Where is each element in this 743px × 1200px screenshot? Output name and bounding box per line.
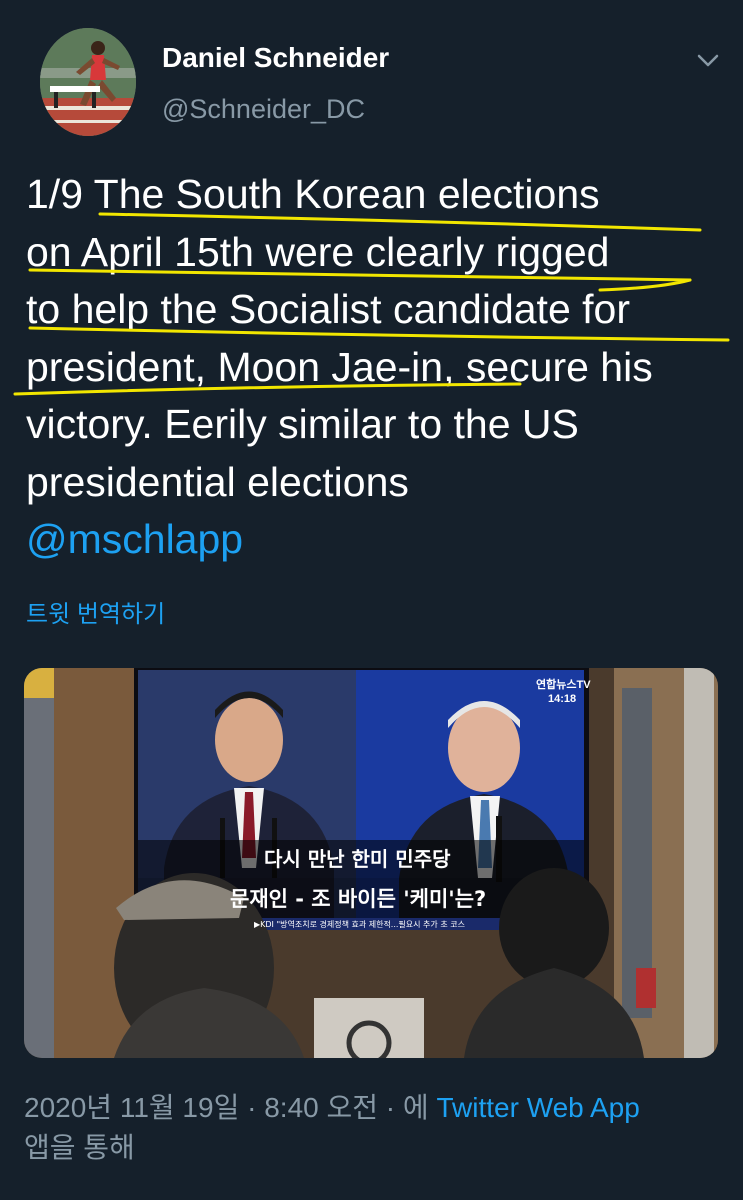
tv-ticker: ▶KDI "방역조치로 경제정책 효과 제한적...필요시 추가 초 코스 — [254, 919, 465, 929]
tweet-line: 1/9 The South Korean elections — [26, 171, 600, 217]
tweet-meta: 2020년 11월 19일 · 8:40 오전 · 에 Twitter Web … — [24, 1088, 724, 1168]
tv-channel-label: 연합뉴스TV — [536, 677, 591, 691]
source-app-link[interactable]: Twitter Web App — [436, 1092, 639, 1123]
tweet-text: 1/9 The South Korean elections on April … — [26, 166, 726, 569]
translate-tweet-link[interactable]: 트윗 번역하기 — [26, 594, 165, 629]
avatar[interactable] — [40, 28, 136, 136]
mention-link[interactable]: @mschlapp — [26, 511, 726, 569]
tweet-line: presidential elections — [26, 458, 409, 505]
tweet-line: victory. Eerily similar to the US — [26, 401, 579, 447]
news-broadcast-photo: 연합뉴스TV 14:18 다시 만난 한미 민주당 문재인 - 조 바이든 '케… — [24, 668, 718, 1058]
tweet-media-image[interactable]: 연합뉴스TV 14:18 다시 만난 한미 민주당 문재인 - 조 바이든 '케… — [24, 668, 718, 1058]
tweet-line: on April 15th were clearly rigged — [26, 228, 610, 275]
author-handle[interactable]: @Schneider_DC — [162, 94, 365, 125]
tweet-timestamp[interactable]: 2020년 11월 19일 · 8:40 오전 · 에 — [24, 1092, 436, 1123]
tweet-line: to help the Socialist candidate for — [26, 286, 630, 332]
tv-caption-top: 다시 만난 한미 민주당 — [264, 847, 451, 871]
chevron-down-icon[interactable] — [694, 46, 722, 74]
tv-time-label: 14:18 — [548, 693, 576, 705]
avatar-image — [40, 28, 136, 136]
tweet-line: president, Moon Jae-in, secure his — [26, 343, 653, 390]
via-suffix: 앱을 통해 — [24, 1132, 135, 1163]
tv-caption-bottom: 문재인 - 조 바이든 '케미'는? — [230, 887, 486, 911]
author-name[interactable]: Daniel Schneider — [162, 42, 389, 74]
